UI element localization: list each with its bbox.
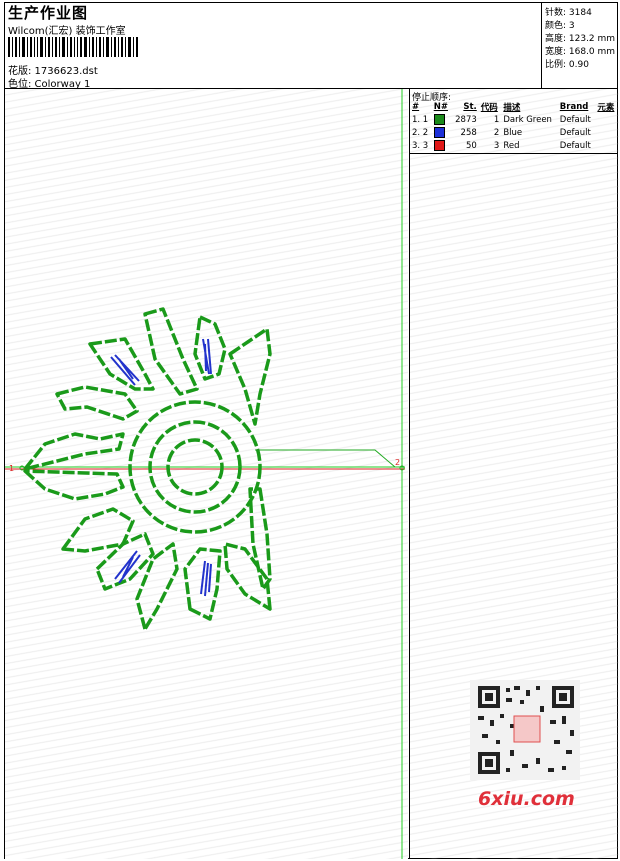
color-swatch — [432, 113, 452, 126]
table-header-row: # N# St. 代码 描述 Brand 元素 — [410, 101, 618, 113]
row-stitches: 50 — [465, 140, 477, 151]
blue-fill-upper-left — [110, 354, 140, 386]
stat-colors: 颜色: 3 — [545, 21, 575, 31]
row-description: Blue — [503, 127, 523, 138]
col-needle: N# — [433, 102, 448, 112]
row-index: 3. 3 — [412, 140, 429, 151]
petal-bottom-right — [223, 542, 272, 611]
design-canvas: 1 2 — [5, 89, 408, 859]
start-marker: 1 — [9, 464, 14, 473]
petal-right-lower — [248, 487, 272, 591]
row-brand: Default — [559, 114, 591, 125]
row-brand: Default — [559, 127, 591, 138]
table-row: 1. 1 2873 1 Dark Green Default — [410, 113, 618, 126]
petal-bottom-left — [135, 542, 179, 631]
swatch-red — [433, 140, 445, 151]
col-brand: Brand — [559, 102, 589, 112]
stat-height: 高度: 123.2 mm — [545, 34, 616, 44]
col-code: 代码 — [480, 103, 498, 113]
petal-left — [55, 385, 139, 421]
page-title: 生产作业图 — [8, 4, 89, 22]
color-swatch — [432, 126, 452, 139]
petal-left-lower — [23, 469, 125, 501]
row-brand: Default — [559, 140, 591, 151]
petal-left-mid — [23, 432, 125, 471]
embroidery-preview: 1 2 — [5, 89, 405, 859]
stat-stitches: 针数: 3184 — [545, 8, 592, 18]
col-description: 描述 — [503, 103, 521, 113]
table-row: 2. 2 258 2 Blue Default — [410, 126, 618, 139]
company-name: Wilcom(汇宏) 装饰工作室 — [8, 26, 126, 37]
stats-divider — [541, 2, 542, 88]
stamp-seal — [513, 715, 541, 743]
blue-fill-lower-left — [114, 550, 141, 584]
row-stitches: 258 — [460, 127, 477, 138]
barcode — [8, 37, 138, 57]
row-code: 1 — [493, 114, 500, 125]
row-index: 1. 1 — [412, 114, 429, 125]
row-index: 2. 2 — [412, 127, 429, 138]
row-description: Dark Green — [503, 114, 552, 125]
qr-code — [470, 680, 580, 780]
color-swatch — [432, 139, 452, 152]
watermark-text: 6xiu.com — [478, 788, 575, 810]
stat-width: 宽度: 168.0 mm — [545, 47, 616, 57]
swatch-dark-green — [433, 114, 445, 125]
blue-fill-bottom — [200, 560, 212, 597]
col-element: 元素 — [597, 103, 615, 113]
row-code: 3 — [493, 140, 500, 151]
row-stitches: 2873 — [455, 114, 477, 125]
swatch-blue — [433, 127, 445, 138]
table-rule — [410, 153, 618, 154]
end-marker: 2 — [395, 458, 400, 467]
stop-sequence-table: # N# St. 代码 描述 Brand 元素 1. 1 2873 1 Dark… — [410, 101, 618, 152]
blue-fill-top — [202, 338, 212, 375]
row-description: Red — [503, 140, 520, 151]
petal-right-upper — [228, 327, 272, 426]
row-code: 2 — [493, 127, 500, 138]
stat-scale: 比例: 0.90 — [545, 60, 589, 70]
table-row: 3. 3 50 3 Red Default — [410, 139, 618, 152]
petal-top — [143, 307, 199, 396]
jump-stitch — [255, 449, 396, 468]
col-stitches: St. — [463, 102, 477, 112]
col-index: # — [412, 102, 420, 112]
